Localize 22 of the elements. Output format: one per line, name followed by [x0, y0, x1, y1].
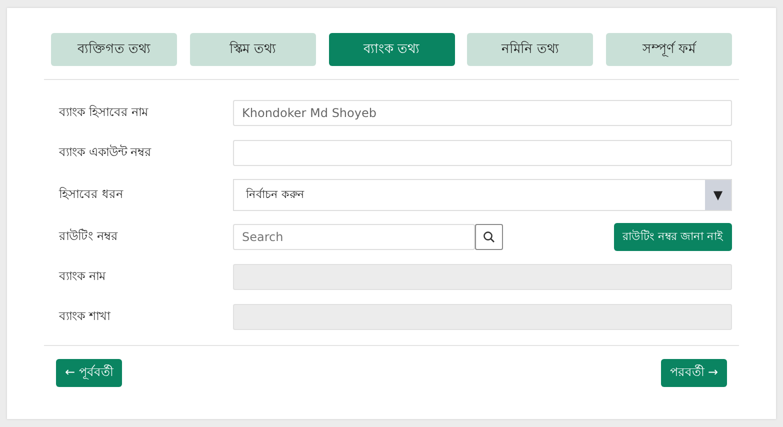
search-icon [483, 231, 495, 243]
field-label: ব্যাংক নাম [59, 268, 107, 285]
field-label: ব্যাংক একাউন্ট নম্বর [59, 144, 153, 161]
dropdown-arrow-button[interactable]: ▼ [705, 180, 731, 210]
dropdown-field[interactable]: নির্বাচন করুন ▼ [233, 179, 732, 211]
previous-button[interactable]: ← পূর্ববর্তী [56, 359, 122, 387]
routing-unknown-button[interactable]: রাউটিং নম্বর জানা নাই [614, 223, 732, 251]
search-field[interactable]: Search [233, 224, 475, 250]
tab[interactable]: সম্পূর্ণ ফর্ম [606, 33, 732, 66]
dropdown-value: নির্বাচন করুন [244, 186, 304, 202]
tab[interactable]: স্কিম তথ্য [190, 33, 316, 66]
field-label: রাউটিং নম্বর [59, 228, 119, 245]
field-label: হিসাবের ধরন [59, 186, 124, 203]
tab[interactable]: ব্যক্তিগত তথ্য [51, 33, 177, 66]
field-label: ব্যাংক শাখা [59, 308, 112, 325]
search-button[interactable] [475, 224, 503, 250]
field-label: ব্যাংক হিসাবের নাম [59, 104, 150, 121]
text-field[interactable] [233, 140, 732, 166]
tab[interactable]: নমিনি তথ্য [467, 33, 594, 66]
tab[interactable]: ব্যাংক তথ্য [328, 33, 454, 66]
text-field[interactable]: Khondoker Md Shoyeb [233, 100, 732, 126]
next-button[interactable]: পরবর্তী → [661, 359, 727, 387]
